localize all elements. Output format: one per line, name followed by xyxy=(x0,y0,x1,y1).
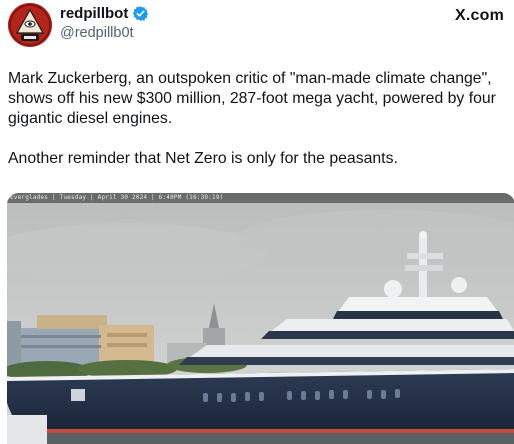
tweet-card: redpillbot @redpillb0t X.com Mark Zucker… xyxy=(0,0,514,444)
display-name[interactable]: redpillbot xyxy=(60,5,128,22)
video-overlay-text: Everglades | Tuesday | April 30 2024 | 6… xyxy=(10,194,224,201)
avatar-icon xyxy=(8,3,52,47)
name-row: redpillbot xyxy=(60,5,149,22)
user-handle[interactable]: @redpillb0t xyxy=(60,25,134,41)
tweet-paragraph-1: Mark Zuckerberg, an outspoken critic of … xyxy=(8,70,496,127)
yacht-photo xyxy=(7,193,514,444)
avatar[interactable] xyxy=(8,3,52,47)
brand-label: X.com xyxy=(454,7,504,24)
tweet-text: Mark Zuckerberg, an outspoken critic of … xyxy=(8,69,508,169)
verified-badge-icon xyxy=(132,5,149,22)
tweet-paragraph-2: Another reminder that Net Zero is only f… xyxy=(8,150,398,167)
tweet-media-image[interactable]: Everglades | Tuesday | April 30 2024 | 6… xyxy=(7,193,514,444)
